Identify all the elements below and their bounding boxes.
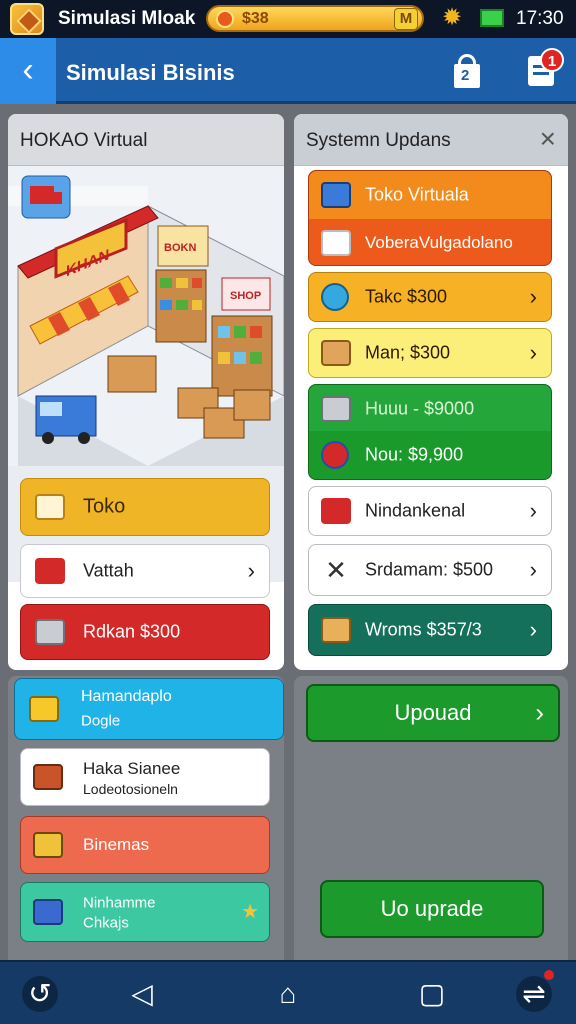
vobera-label: VoberaVulgadolano <box>365 233 513 252</box>
crate-icon <box>35 619 65 645</box>
rdkan-label: Rdkan $300 <box>83 621 181 642</box>
undo-icon[interactable]: ↺ <box>22 976 58 1012</box>
scene-sign-side: SHOP <box>230 290 261 302</box>
options-panel: Hamandaplo Dogle Haka Sianee Lodeotosion… <box>8 676 284 960</box>
option-haka-title: Haka Sianee <box>83 759 181 778</box>
updates-panel-title: Systemn Updans <box>306 130 451 151</box>
vattah-button[interactable]: Vattah › <box>20 544 270 598</box>
chevron-right-icon: › <box>529 498 537 523</box>
package-icon <box>321 340 351 366</box>
settings-icon[interactable]: ⇌ <box>516 976 552 1012</box>
option-haka-sianee[interactable]: Haka Sianee Lodeotosioneln <box>20 748 270 806</box>
gear-icon[interactable]: ✹ <box>442 6 462 30</box>
app-icon <box>10 3 44 35</box>
app-bar: ‹ Simulasi Bisinis 2 <box>0 38 576 104</box>
cart-badge: 1 <box>540 48 564 72</box>
store-panel: HOKAO Virtual KHAN BOKN SHOP Toko Vattah… <box>8 114 284 670</box>
upgrade-now-button[interactable]: Uo uprade <box>320 880 544 938</box>
navigation-bar: ↺ ◁ ⌂ ▢ ⇌ <box>0 960 576 1024</box>
back-button[interactable]: ‹ <box>0 38 56 104</box>
nindankenal-label: Nindankenal <box>365 500 466 521</box>
option-hamandaplo[interactable]: Hamandaplo Dogle <box>14 678 284 740</box>
rdkan-button[interactable]: Rdkan $300 <box>20 604 270 660</box>
globe-icon <box>321 441 349 469</box>
man-label: Man; $300 <box>365 342 451 363</box>
coin-icon <box>216 10 234 28</box>
update-item-toko-virtuala[interactable]: Toko Virtuala VoberaVulgadolano <box>308 170 552 266</box>
recents-icon[interactable]: ▢ <box>414 976 450 1012</box>
chevron-right-icon: › <box>535 697 544 728</box>
option-binemas[interactable]: Binemas <box>20 816 270 874</box>
option-binemas-label: Binemas <box>83 835 150 854</box>
chevron-right-icon: › <box>529 340 537 365</box>
box-icon <box>321 230 351 256</box>
huuu-label: Huuu - $9000 <box>365 398 475 419</box>
box-icon <box>35 494 65 520</box>
chevron-right-icon: › <box>529 557 537 582</box>
star-icon: ★ <box>241 901 259 923</box>
coin-badge: M <box>394 8 418 30</box>
page-title: Simulasi Bisinis <box>66 60 235 85</box>
option-ninhamme[interactable]: Ninhamme Chkajs ★ <box>20 882 270 942</box>
van-icon <box>33 899 63 925</box>
option-hamandaplo-title: Hamandaplo <box>81 688 172 705</box>
vattah-label: Vattah <box>83 560 134 581</box>
upgrade-button[interactable]: Upouad › <box>306 684 560 742</box>
store-scene-image: KHAN BOKN SHOP <box>8 166 284 466</box>
upgrade-now-label: Uo uprade <box>380 896 484 921</box>
wroms-label: Wroms $357/3 <box>365 619 482 640</box>
store-panel-header: HOKAO Virtual <box>8 114 284 166</box>
toko-label: Toko <box>83 495 126 518</box>
notification-badge <box>544 970 554 980</box>
coin-balance[interactable]: $38 M <box>206 5 424 32</box>
crate-icon <box>321 396 351 422</box>
option-ninhamme-subtitle: Chkajs <box>83 914 129 932</box>
back-triangle-icon[interactable]: ◁ <box>124 976 160 1012</box>
update-item-man[interactable]: Man; $300 › <box>308 328 552 378</box>
store-badge: 2 <box>461 67 470 84</box>
battery-icon <box>480 9 504 27</box>
coin-value: $38 <box>242 10 269 27</box>
truck-icon <box>33 832 63 858</box>
close-icon[interactable]: × <box>540 125 556 153</box>
cart-icon <box>321 498 351 524</box>
chevron-right-icon: › <box>247 558 255 583</box>
option-haka-subtitle: Lodeotosioneln <box>83 781 178 797</box>
option-ninhamme-title: Ninhamme <box>83 894 156 912</box>
scene-sign-shelf: BOKN <box>164 242 196 254</box>
tools-icon: ✕ <box>325 555 347 585</box>
status-app-name: Simulasi Mloak <box>58 8 196 29</box>
update-item-takc[interactable]: Takc $300 › <box>308 272 552 322</box>
takc-label: Takc $300 <box>365 286 448 307</box>
chevron-right-icon: › <box>529 617 537 642</box>
update-item-huuu[interactable]: Huuu - $9000 Nou: $9,900 <box>308 384 552 480</box>
chevron-right-icon: › <box>529 284 537 309</box>
package-icon <box>321 617 351 643</box>
updates-panel-header: Systemn Updans × <box>294 114 568 166</box>
option-hamandaplo-subtitle: Dogle <box>81 712 121 730</box>
system-updates-panel: Systemn Updans × Toko Virtuala VoberaVul… <box>294 114 568 670</box>
store-button[interactable]: 2 <box>452 54 482 88</box>
srdamam-label: Srdamam: $500 <box>365 559 494 580</box>
store-illustration[interactable]: KHAN BOKN SHOP Toko Vattah › <box>8 166 284 598</box>
store-panel-title: HOKAO Virtual <box>20 130 148 151</box>
box-icon <box>33 764 63 790</box>
toko-button[interactable]: Toko <box>20 478 270 536</box>
update-item-srdamam[interactable]: ✕ Srdamam: $500 › <box>308 544 552 596</box>
toko-virtuala-label: Toko Virtuala <box>365 184 469 205</box>
status-bar: Simulasi Mloak $38 M ✹ 17:30 <box>0 0 576 38</box>
update-item-nindankenal[interactable]: Nindankenal › <box>308 486 552 536</box>
upgrade-panel: Upouad › Uo uprade <box>294 676 568 960</box>
clock: 17:30 <box>516 8 564 29</box>
update-item-wroms[interactable]: Wroms $357/3 › <box>308 604 552 656</box>
home-icon[interactable]: ⌂ <box>270 976 306 1012</box>
robot-icon <box>29 696 59 722</box>
upgrade-label: Upouad <box>394 700 472 725</box>
cart-icon <box>35 558 65 584</box>
nou-label: Nou: $9,900 <box>365 444 464 465</box>
truck-icon <box>321 182 351 208</box>
ball-icon <box>321 283 349 311</box>
